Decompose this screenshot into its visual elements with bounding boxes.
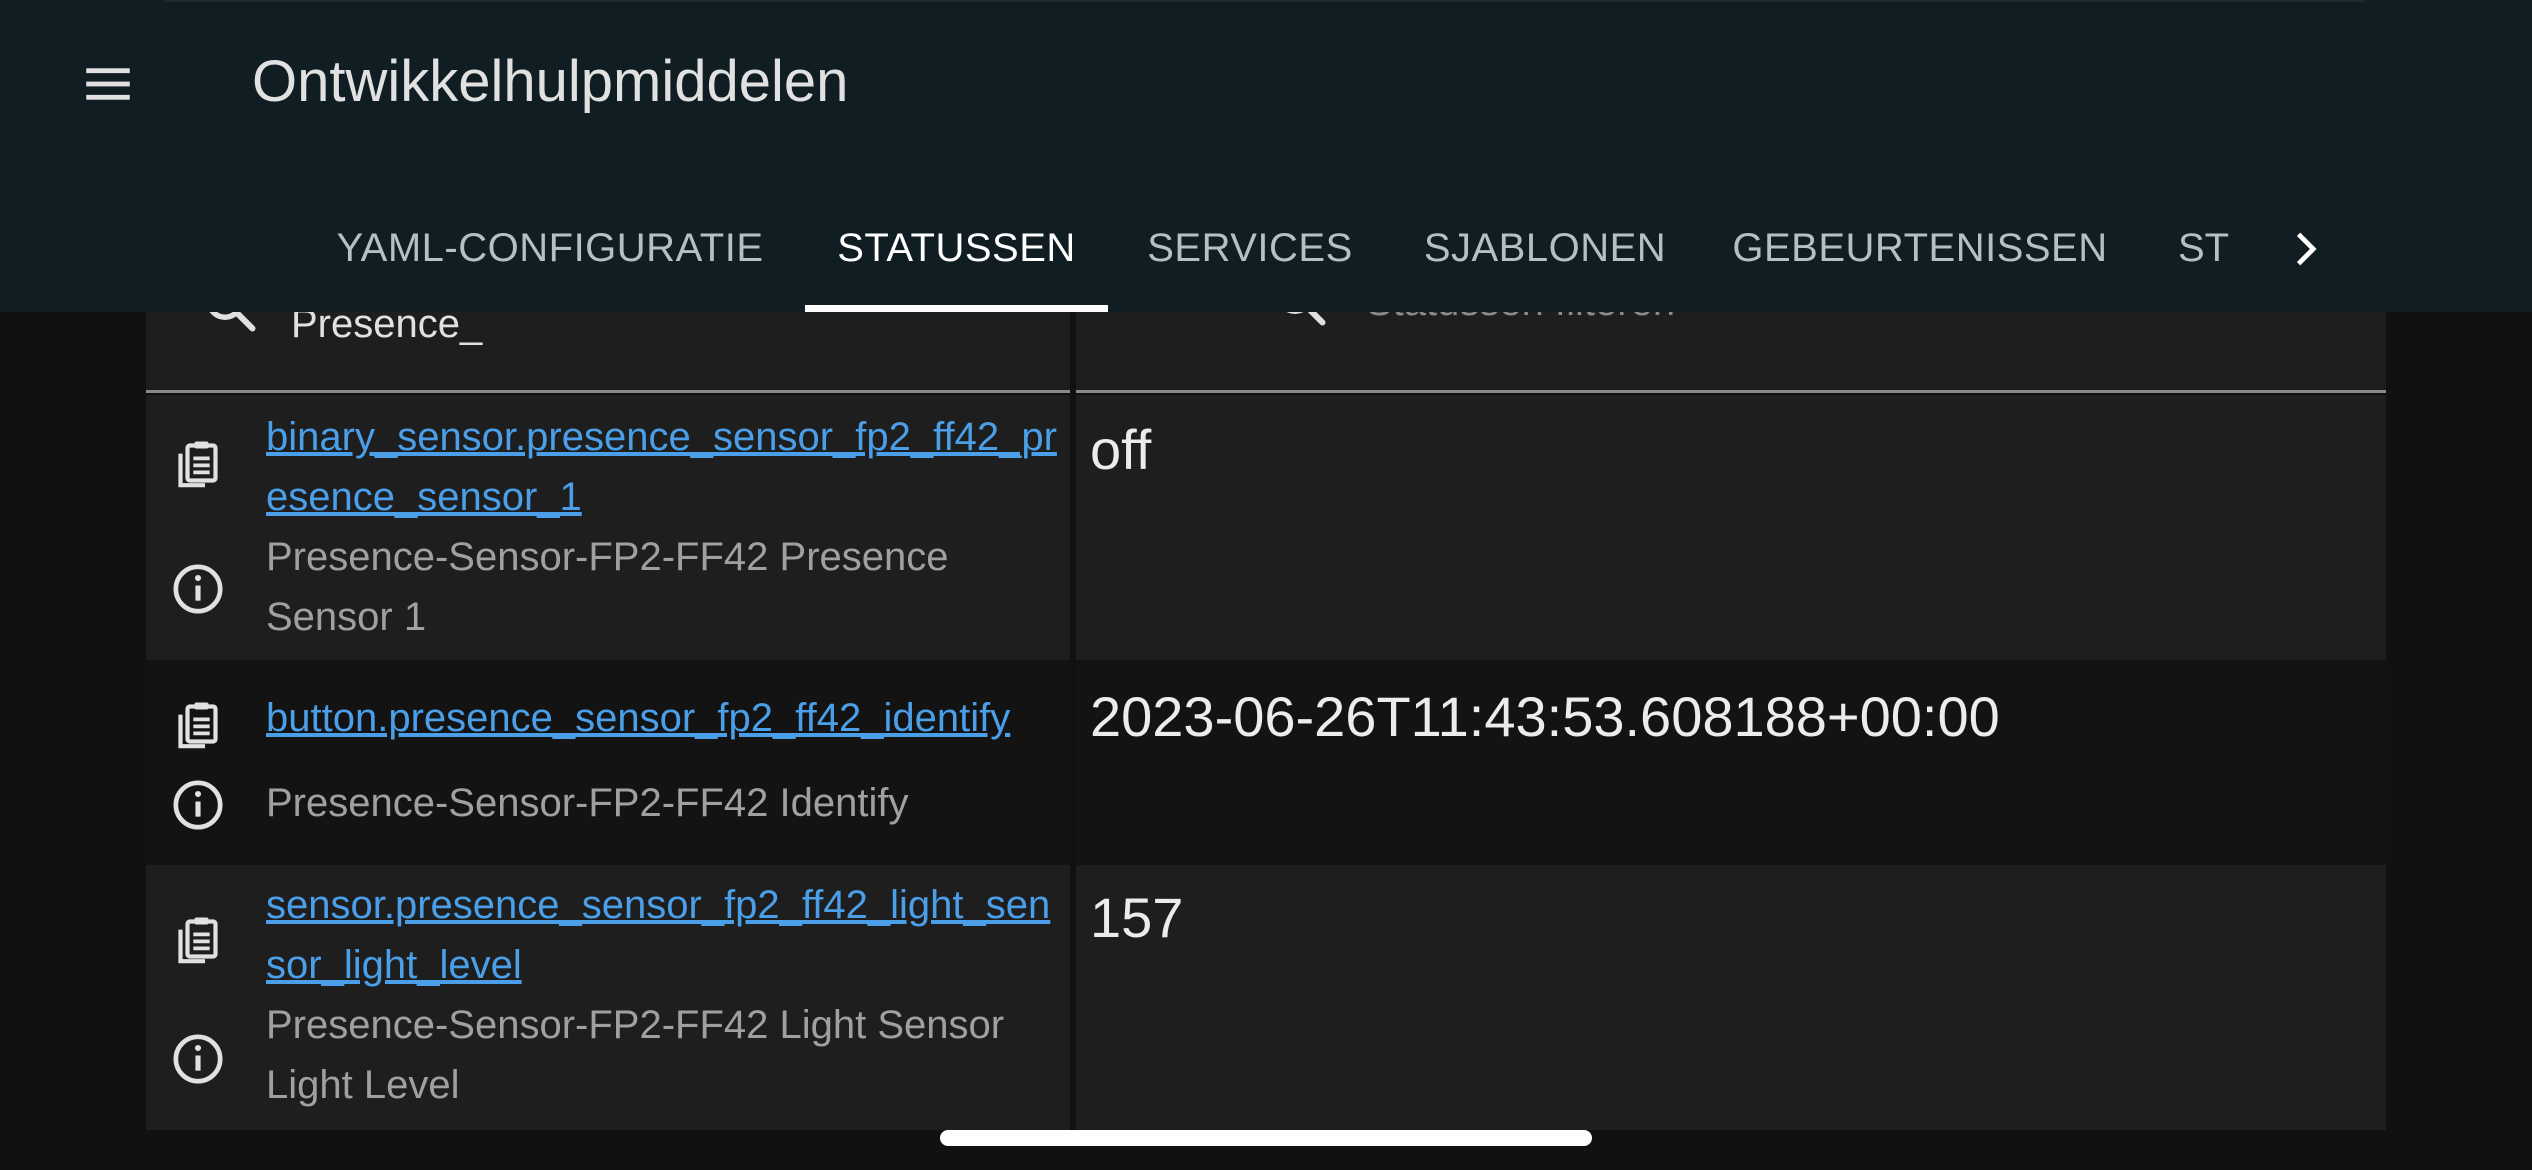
tab-bar: YAML-CONFIGURATIE STATUSSEN SERVICES SJA… xyxy=(0,185,2532,312)
app-header: Ontwikkelhulpmiddelen YAML-CONFIGURATIE … xyxy=(0,0,2532,312)
info-icon[interactable] xyxy=(170,561,226,617)
home-indicator[interactable] xyxy=(940,1130,1592,1146)
state-cell: 157 xyxy=(1076,865,2386,1130)
page-title: Ontwikkelhulpmiddelen xyxy=(252,49,849,114)
friendly-name: Presence-Sensor-FP2-FF42 Identify xyxy=(266,781,909,825)
info-icon[interactable] xyxy=(170,777,226,833)
menu-button[interactable] xyxy=(58,40,158,128)
tab-statussen[interactable]: STATUSSEN xyxy=(805,185,1108,312)
entity-cell: button.presence_sensor_fp2_ff42_identify… xyxy=(146,660,1070,865)
tab-services[interactable]: SERVICES xyxy=(1140,185,1360,312)
tabs-scroll-right-button[interactable] xyxy=(2270,185,2340,312)
info-icon[interactable] xyxy=(170,1031,226,1087)
state-value: off xyxy=(1090,418,1152,481)
chevron-right-icon xyxy=(2296,232,2317,265)
active-tab-indicator xyxy=(805,305,1108,312)
friendly-name: Presence-Sensor-FP2-FF42 Light Sensor Li… xyxy=(266,1003,1005,1107)
state-value: 157 xyxy=(1090,886,1184,949)
clipboard-icon[interactable] xyxy=(170,435,226,491)
state-cell: 2023-06-26T11:43:53.608188+00:00 xyxy=(1076,660,2386,865)
tab-sjablonen[interactable]: SJABLONEN xyxy=(1410,185,1680,312)
state-cell: off xyxy=(1076,395,2386,660)
friendly-name: Presence-Sensor-FP2-FF42 Presence Sensor… xyxy=(266,535,949,639)
entity-id-link[interactable]: sensor.presence_sensor_fp2_ff42_light_se… xyxy=(266,875,1066,995)
entity-cell: sensor.presence_sensor_fp2_ff42_light_se… xyxy=(146,865,1070,1130)
tab-partial-label: ST xyxy=(2178,226,2230,270)
tab-gebeurtenissen[interactable]: GEBEURTENISSEN xyxy=(1730,185,2110,312)
state-value: 2023-06-26T11:43:53.608188+00:00 xyxy=(1090,685,2000,748)
divider xyxy=(165,0,2365,2)
clipboard-icon[interactable] xyxy=(170,696,226,752)
hamburger-menu-icon xyxy=(86,68,130,100)
tab-statistieken-partial[interactable]: ST xyxy=(2160,185,2230,312)
entity-cell: binary_sensor.presence_sensor_fp2_ff42_p… xyxy=(146,395,1070,660)
entity-id-link[interactable]: binary_sensor.presence_sensor_fp2_ff42_p… xyxy=(266,407,1066,527)
table-row: button.presence_sensor_fp2_ff42_identify… xyxy=(146,660,2386,865)
table-row: binary_sensor.presence_sensor_fp2_ff42_p… xyxy=(146,395,2386,660)
clipboard-icon[interactable] xyxy=(170,911,226,967)
tab-yaml-configuratie[interactable]: YAML-CONFIGURATIE xyxy=(330,185,770,312)
table-row: sensor.presence_sensor_fp2_ff42_light_se… xyxy=(146,865,2386,1130)
entity-id-link[interactable]: button.presence_sensor_fp2_ff42_identify xyxy=(266,688,1066,748)
